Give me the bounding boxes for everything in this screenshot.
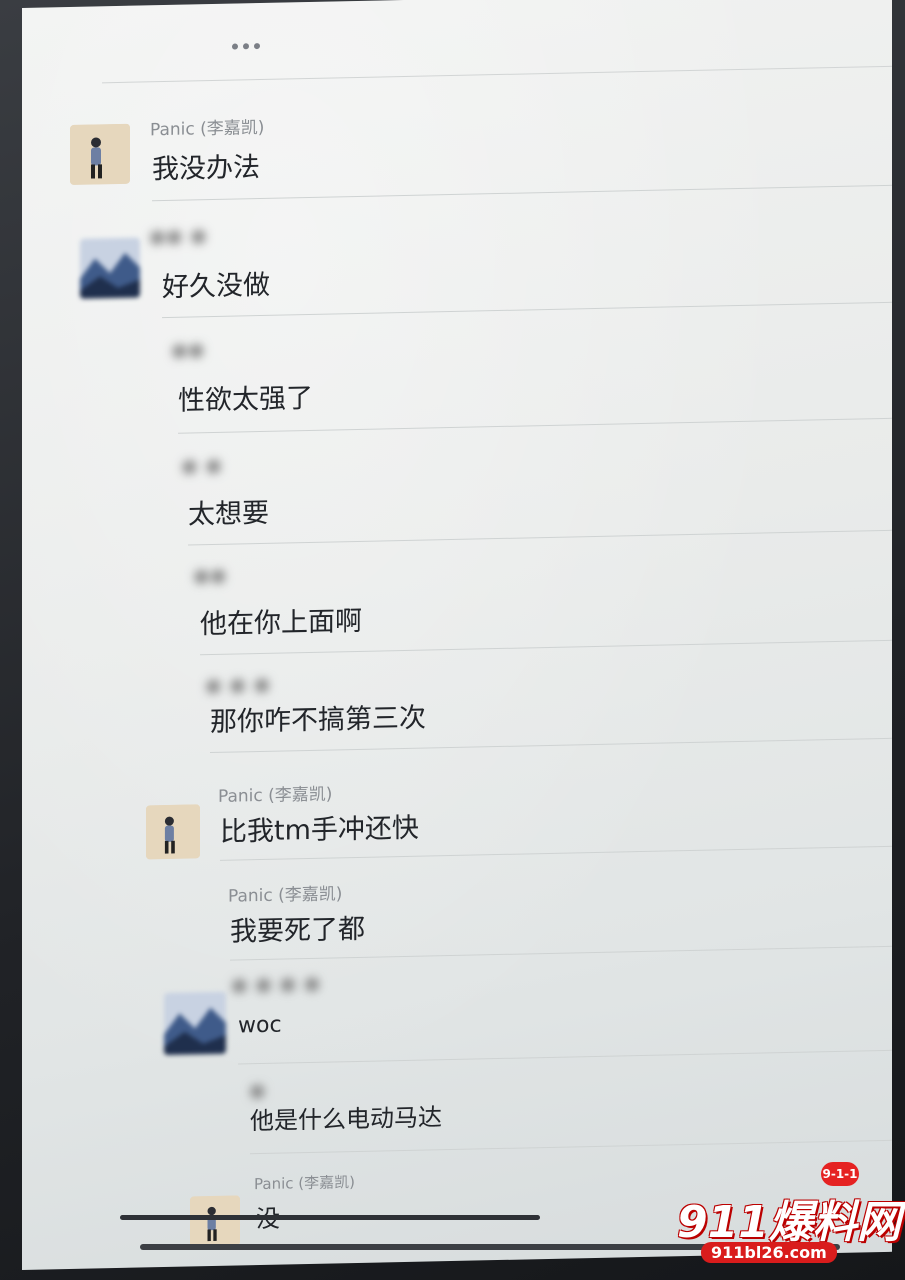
message-text: 我没办法	[152, 152, 260, 186]
person-avatar-icon	[70, 123, 130, 185]
message-sender: Panic (李嘉凯)	[228, 884, 343, 907]
person-avatar-icon	[146, 804, 200, 860]
message-text: 他是什么电动马达	[250, 1103, 442, 1136]
avatar[interactable]	[70, 123, 130, 185]
message-sender: ● ● ●	[206, 674, 272, 697]
avatar[interactable]	[146, 804, 200, 860]
divider	[220, 845, 892, 861]
message-text: 性欲太强了	[178, 382, 313, 417]
message-text: woc	[238, 1012, 282, 1039]
divider	[200, 639, 892, 656]
avatar[interactable]	[80, 237, 140, 299]
watermark-url: 911bl26.com	[701, 1242, 837, 1263]
message-sender: ● ● ● ●	[232, 973, 322, 996]
blurred-avatar-icon	[164, 991, 226, 1056]
message-sender: Panic (李嘉凯)	[150, 117, 265, 141]
chat-screen: Panic (李嘉凯) 我没办法 ●● ● 好久没做 ●● 性欲太强了 ● ● …	[22, 0, 892, 1270]
message-text: 好久没做	[162, 269, 270, 304]
divider	[152, 184, 892, 202]
message-text: 那你咋不搞第三次	[210, 702, 426, 739]
watermark-badge: 9-1-1	[821, 1162, 859, 1186]
message-sender: ●●	[172, 340, 206, 361]
message-sender: Panic (李嘉凯)	[254, 1173, 355, 1194]
blurred-avatar-icon	[80, 237, 140, 299]
avatar[interactable]	[164, 991, 226, 1056]
divider	[188, 529, 892, 546]
message-text: 他在你上面啊	[200, 605, 362, 641]
avatar[interactable]	[190, 1195, 240, 1247]
message-text: 比我tm手冲还快	[220, 812, 419, 848]
message-sender: Panic (李嘉凯)	[218, 784, 333, 807]
message-text: 我要死了都	[230, 913, 365, 948]
divider	[178, 417, 892, 434]
message-text: 太想要	[188, 497, 269, 531]
divider	[162, 301, 892, 319]
more-options-icon[interactable]	[232, 43, 260, 50]
message-sender: ● ●	[182, 455, 224, 477]
watermark-logo: 9-1-1 911爆料网 911bl26.com	[667, 1162, 901, 1272]
person-avatar-icon	[190, 1195, 240, 1247]
scrollbar[interactable]	[120, 1215, 540, 1220]
divider	[230, 945, 892, 961]
watermark-title: 911爆料网	[677, 1197, 901, 1248]
divider	[102, 65, 892, 84]
photo-frame: Panic (李嘉凯) 我没办法 ●● ● 好久没做 ●● 性欲太强了 ● ● …	[0, 0, 905, 1280]
divider	[238, 1049, 892, 1065]
divider	[210, 737, 892, 754]
message-sender: ●● ●	[150, 226, 208, 248]
message-sender: ●	[250, 1080, 267, 1102]
divider	[250, 1139, 892, 1155]
message-sender: ●●	[194, 565, 228, 587]
